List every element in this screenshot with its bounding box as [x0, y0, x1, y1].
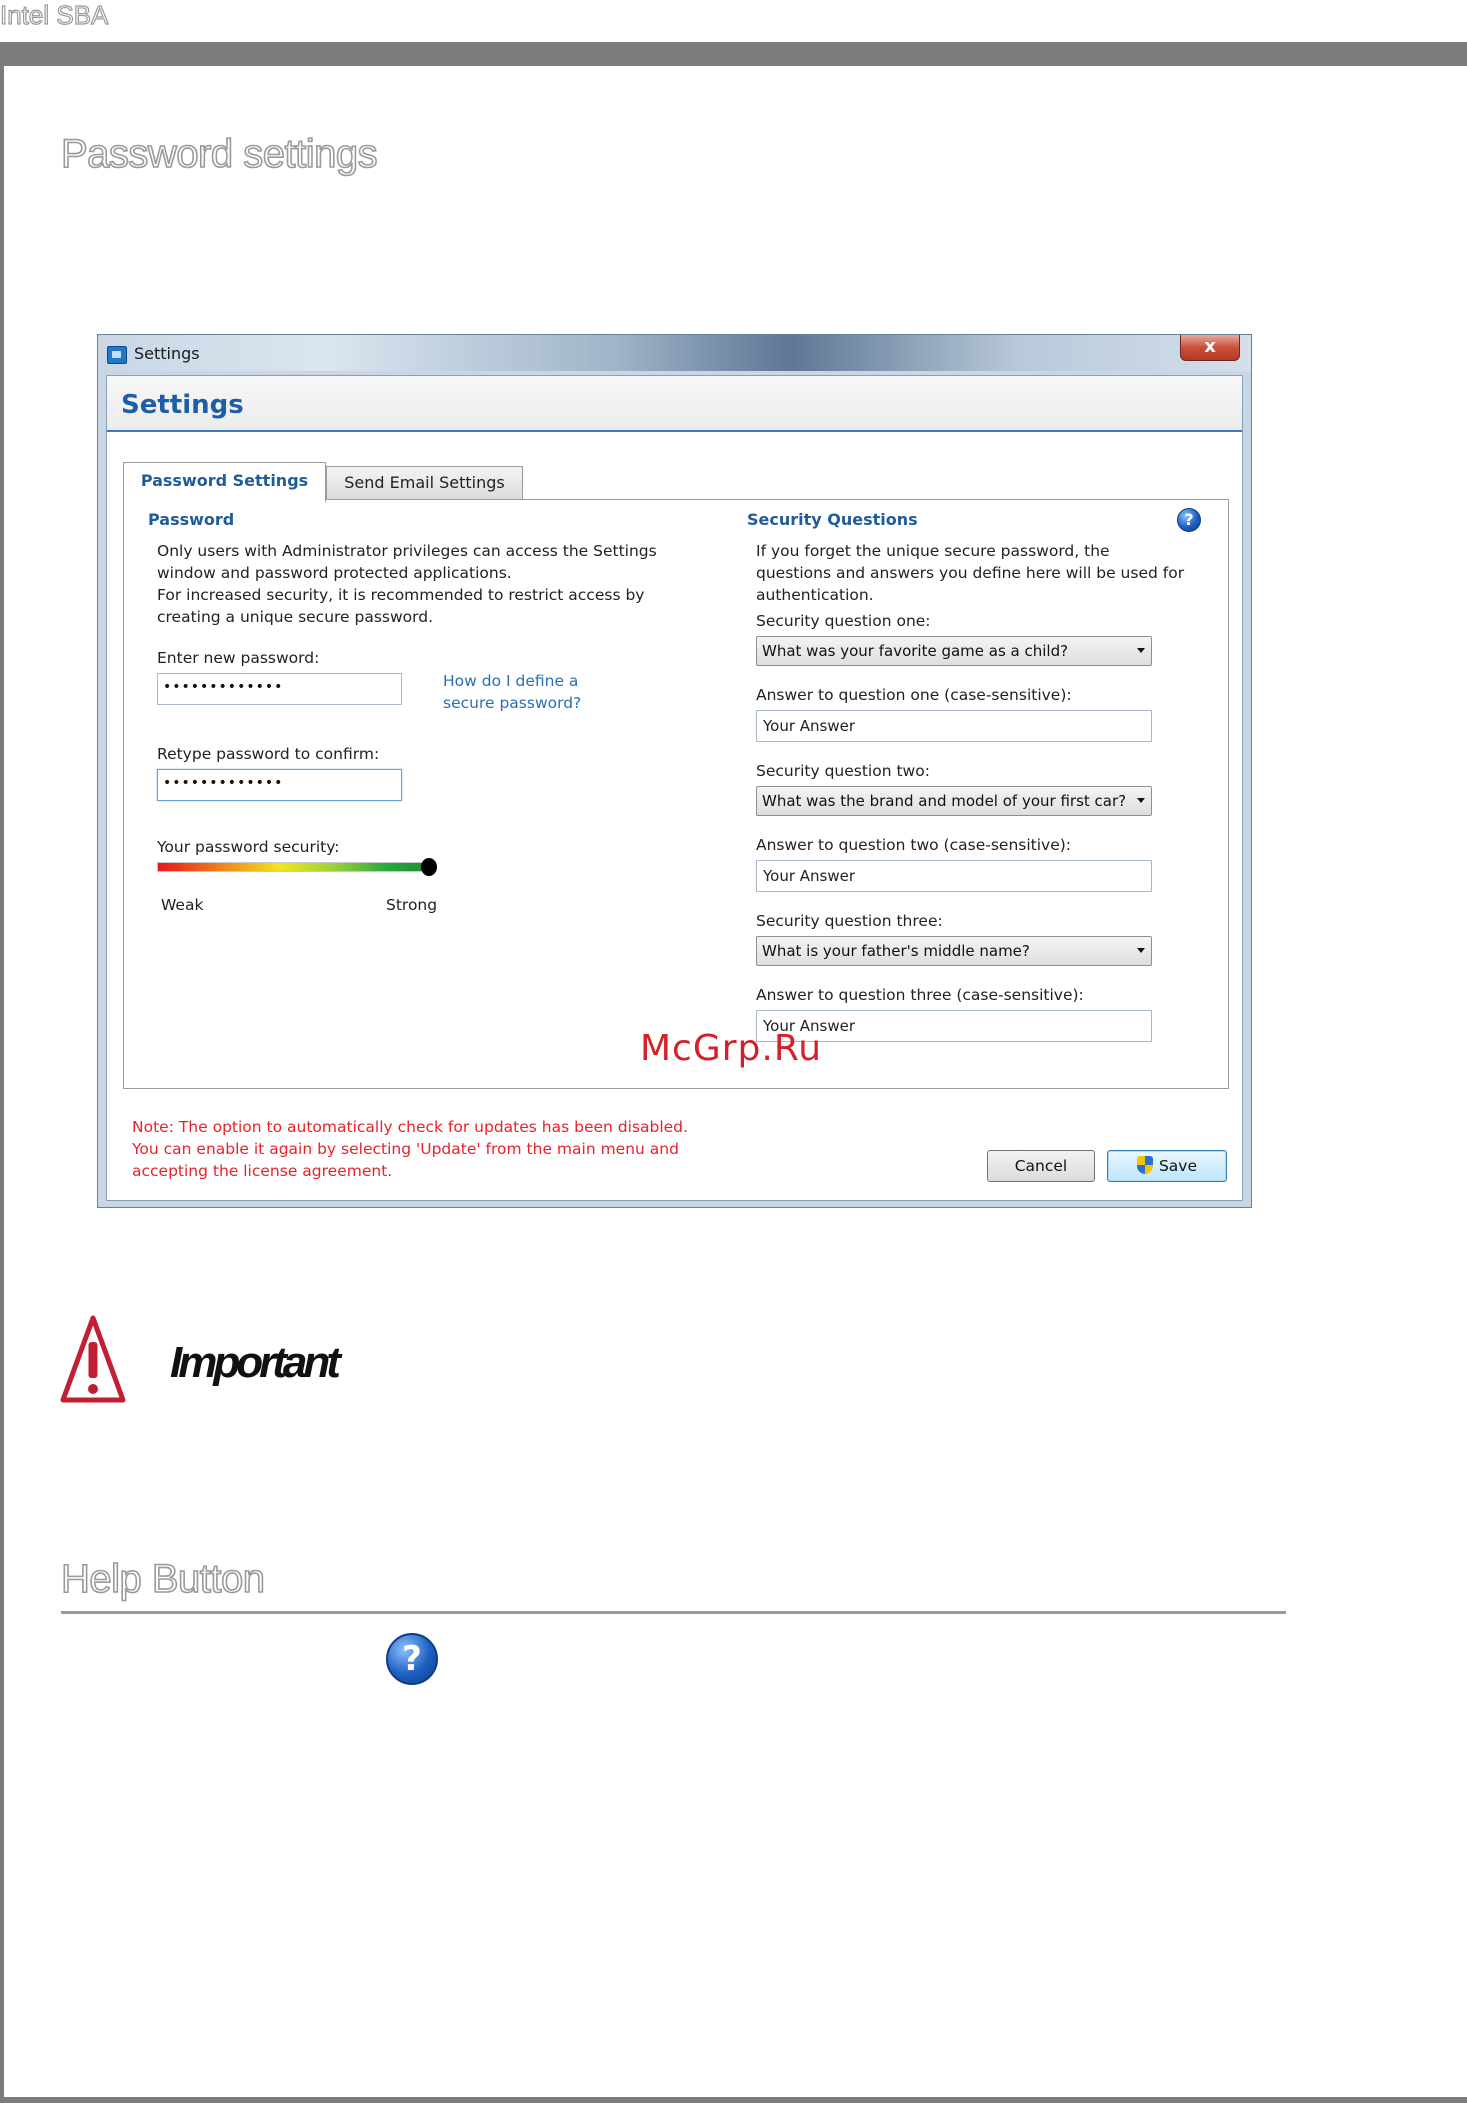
header-bar: [0, 42, 1467, 66]
define-password-help-link[interactable]: How do I define a secure password?: [443, 670, 581, 714]
answer-one-value: Your Answer: [763, 717, 856, 735]
answer-two-label: Answer to question two (case-sensitive):: [756, 836, 1072, 854]
important-label: Important: [170, 1338, 341, 1387]
question-one-label: Security question one:: [756, 612, 931, 630]
chevron-down-icon: [1137, 648, 1145, 653]
password-security-label: Your password security:: [157, 838, 340, 856]
left-margin-rule: [0, 42, 4, 2103]
settings-window: Settings x Settings Password Settings Se…: [97, 334, 1252, 1208]
close-button[interactable]: x: [1180, 335, 1240, 361]
window-titlebar[interactable]: Settings x: [98, 335, 1251, 371]
running-header: Intel SBA: [0, 0, 109, 31]
window-title: Settings: [134, 344, 200, 363]
confirm-password-input[interactable]: •••••••••••••: [157, 769, 402, 801]
warning-triangle-icon: [60, 1315, 126, 1403]
help-icon: ?: [386, 1633, 438, 1685]
tab-send-email-settings[interactable]: Send Email Settings: [326, 466, 523, 500]
security-questions-title: Security Questions: [747, 510, 918, 529]
strength-weak-label: Weak: [161, 896, 204, 914]
settings-header-title: Settings: [121, 390, 244, 420]
new-password-label: Enter new password:: [157, 649, 320, 667]
help-icon[interactable]: ?: [1177, 508, 1201, 532]
new-password-value: •••••••••••••: [163, 679, 284, 695]
password-group-title: Password: [148, 510, 235, 529]
note-line: You can enable it again by selecting 'Up…: [132, 1140, 679, 1158]
cancel-button[interactable]: Cancel: [987, 1150, 1095, 1182]
settings-header: Settings: [107, 376, 1242, 432]
security-intro: If you forget the unique secure password…: [756, 540, 1196, 606]
question-two-select[interactable]: What was the brand and model of your fir…: [756, 786, 1152, 816]
note-line: Note: The option to automatically check …: [132, 1118, 688, 1136]
chevron-down-icon: [1137, 798, 1145, 803]
answer-two-input[interactable]: Your Answer: [756, 860, 1152, 892]
confirm-password-label: Retype password to confirm:: [157, 745, 380, 763]
security-intro-line: questions and answers you define here wi…: [756, 564, 1185, 582]
update-disabled-note: Note: The option to automatically check …: [132, 1116, 692, 1182]
watermark: McGrp.Ru: [640, 1028, 823, 1069]
password-strength-meter: [157, 862, 429, 872]
uac-shield-icon: [1136, 1156, 1153, 1174]
question-three-value: What is your father's middle name?: [762, 942, 1030, 960]
answer-two-value: Your Answer: [763, 867, 856, 885]
password-intro: Only users with Administrator privileges…: [157, 540, 657, 628]
close-icon: x: [1204, 336, 1216, 357]
tab-password-settings[interactable]: Password Settings: [123, 462, 326, 502]
answer-three-label: Answer to question three (case-sensitive…: [756, 986, 1084, 1004]
help-link-line: secure password?: [443, 694, 582, 712]
question-two-value: What was the brand and model of your fir…: [762, 792, 1127, 810]
strength-strong-label: Strong: [386, 896, 438, 914]
section-divider: [61, 1611, 1286, 1614]
window-client-area: Settings Password Settings Send Email Se…: [106, 375, 1243, 1201]
new-password-input[interactable]: •••••••••••••: [157, 673, 402, 705]
chevron-down-icon: [1137, 948, 1145, 953]
password-strength-indicator: [421, 858, 437, 876]
section-title-help-button: Help Button: [60, 1556, 266, 1602]
note-line: accepting the license agreement.: [132, 1162, 393, 1180]
password-intro-line: window and password protected applicatio…: [157, 564, 512, 582]
password-intro-line: Only users with Administrator privileges…: [157, 542, 657, 560]
question-one-value: What was your favorite game as a child?: [762, 642, 1069, 660]
password-intro-line: creating a unique secure password.: [157, 608, 434, 626]
answer-one-input[interactable]: Your Answer: [756, 710, 1152, 742]
question-one-select[interactable]: What was your favorite game as a child?: [756, 636, 1152, 666]
security-intro-line: authentication.: [756, 586, 874, 604]
section-title-password-settings: Password settings: [60, 131, 378, 177]
settings-app-icon: [107, 346, 127, 364]
password-intro-line: For increased security, it is recommende…: [157, 586, 645, 604]
save-button[interactable]: Save: [1107, 1150, 1227, 1182]
confirm-password-value: •••••••••••••: [163, 775, 284, 791]
password-settings-panel: Password Only users with Administrator p…: [123, 499, 1229, 1089]
answer-one-label: Answer to question one (case-sensitive):: [756, 686, 1072, 704]
question-three-label: Security question three:: [756, 912, 943, 930]
security-intro-line: If you forget the unique secure password…: [756, 542, 1110, 560]
save-button-label: Save: [1158, 1157, 1198, 1175]
question-three-select[interactable]: What is your father's middle name?: [756, 936, 1152, 966]
help-link-line: How do I define a: [443, 672, 579, 690]
question-two-label: Security question two:: [756, 762, 930, 780]
footer-rule: [0, 2097, 1467, 2103]
